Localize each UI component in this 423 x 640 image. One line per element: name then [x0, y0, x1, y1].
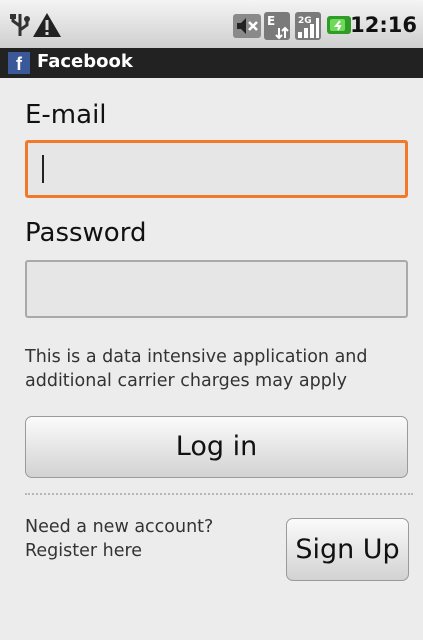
password-label: Password	[25, 218, 147, 248]
battery-icon	[327, 16, 351, 34]
password-field[interactable]	[25, 260, 408, 318]
signal-2g-icon: 2G	[295, 12, 321, 40]
status-clock: 12:16	[350, 13, 417, 37]
notice-line-2: additional carrier charges may apply	[25, 371, 348, 391]
carrier-charges-notice: This is a data intensive application and…	[25, 345, 415, 393]
divider	[25, 493, 413, 495]
signup-button[interactable]: Sign Up	[286, 518, 409, 581]
svg-text:E: E	[267, 14, 275, 28]
email-field[interactable]	[25, 140, 408, 198]
usb-icon	[10, 14, 30, 36]
svg-text:2G: 2G	[298, 16, 312, 26]
warning-icon	[33, 13, 61, 37]
register-line-1: Need a new account?	[25, 517, 214, 537]
status-bar: E 2G 12:16	[0, 0, 423, 48]
app-title: Facebook	[37, 51, 133, 72]
edge-data-icon: E	[264, 12, 290, 40]
facebook-logo-icon: f	[8, 52, 30, 74]
register-prompt: Need a new account? Register here	[25, 515, 213, 563]
mute-icon	[233, 14, 261, 38]
text-caret	[42, 155, 44, 183]
register-line-2: Register here	[25, 541, 143, 561]
email-label: E-mail	[25, 100, 107, 130]
login-button[interactable]: Log in	[25, 416, 408, 478]
notice-line-1: This is a data intensive application and	[25, 347, 368, 367]
